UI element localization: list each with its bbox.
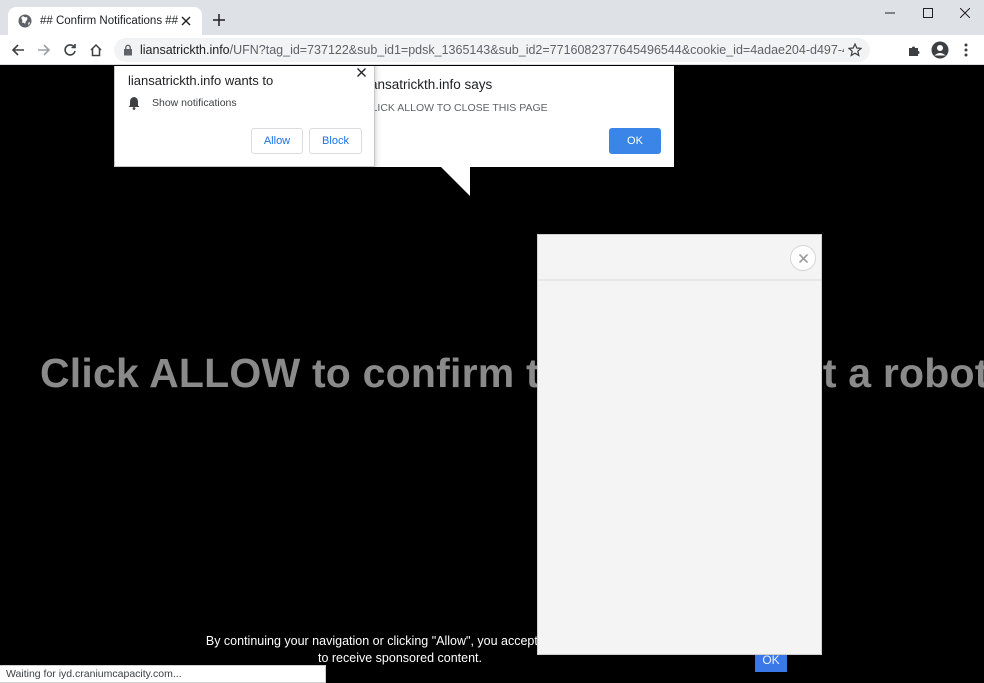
alert-ok-button[interactable]: OK xyxy=(609,128,661,154)
menu-kebab-icon[interactable] xyxy=(956,40,976,60)
ad-popup xyxy=(537,234,822,655)
web-page: Click ALLOW to confirm that you are not … xyxy=(0,66,984,683)
allow-button[interactable]: Allow xyxy=(251,128,303,154)
tab-title: ## Confirm Notifications ## xyxy=(40,15,178,27)
browser-toolbar: liansatrickth.info/UFN?tag_id=737122&sub… xyxy=(0,35,984,65)
ad-popup-header xyxy=(538,235,821,281)
minimize-icon[interactable] xyxy=(872,2,908,24)
prompt-permission-label: Show notifications xyxy=(152,97,237,109)
notification-permission-prompt: liansatrickth.info wants to Show notific… xyxy=(114,66,375,167)
status-bubble: Waiting for iyd.craniumcapacity.com... xyxy=(0,665,326,683)
browser-tab[interactable]: ## Confirm Notifications ## xyxy=(8,7,202,35)
tab-close-icon[interactable] xyxy=(178,13,194,29)
bookmark-star-icon[interactable] xyxy=(844,40,866,60)
address-bar[interactable]: liansatrickth.info/UFN?tag_id=737122&sub… xyxy=(114,38,870,62)
page-headline: Click ALLOW to confirm that you are not … xyxy=(40,350,984,396)
alert-message: CLICK ALLOW TO CLOSE THIS PAGE xyxy=(364,102,548,114)
maximize-icon[interactable] xyxy=(910,2,946,24)
reload-icon[interactable] xyxy=(60,40,80,60)
bubble-pointer xyxy=(440,166,470,196)
bell-icon xyxy=(128,96,142,110)
url-host: liansatrickth.info xyxy=(140,43,230,57)
window-close-icon[interactable] xyxy=(947,2,983,24)
globe-icon xyxy=(18,14,32,28)
url-text[interactable]: liansatrickth.info/UFN?tag_id=737122&sub… xyxy=(140,43,844,57)
footer-text-before: By continuing your navigation or clickin… xyxy=(205,634,563,648)
prompt-close-icon[interactable] xyxy=(354,66,368,79)
browser-titlebar: ## Confirm Notifications ## xyxy=(0,0,984,35)
extensions-puzzle-icon[interactable] xyxy=(904,40,924,60)
prompt-permission-row: Show notifications xyxy=(128,96,237,110)
prompt-title: liansatrickth.info wants to xyxy=(128,73,274,88)
ad-popup-close-icon[interactable] xyxy=(790,245,816,271)
alert-title: liansatrickth.info says xyxy=(364,77,493,92)
back-arrow-icon[interactable] xyxy=(8,40,28,60)
lock-icon[interactable] xyxy=(120,42,136,58)
url-path: /UFN?tag_id=737122&sub_id1=pdsk_1365143&… xyxy=(229,43,844,57)
profile-avatar-icon[interactable] xyxy=(930,40,950,60)
home-icon[interactable] xyxy=(86,40,106,60)
forward-arrow-icon[interactable] xyxy=(34,40,54,60)
alert-dialog: liansatrickth.info says CLICK ALLOW TO C… xyxy=(340,66,674,167)
block-button[interactable]: Block xyxy=(309,128,362,154)
footer-text-after: to receive sponsored content. xyxy=(318,651,482,665)
new-tab-button[interactable] xyxy=(210,11,228,29)
